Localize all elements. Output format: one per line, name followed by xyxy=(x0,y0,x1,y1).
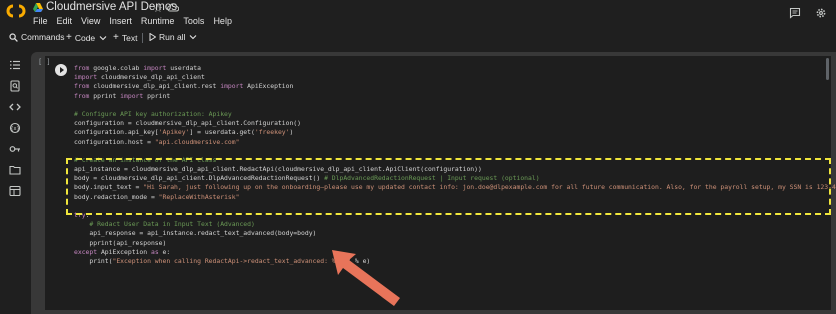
code-token: "Exception when calling RedactApi->redac… xyxy=(112,256,352,265)
code-token: import xyxy=(120,91,144,100)
menu-edit[interactable]: Edit xyxy=(57,16,73,26)
code-token: ApiException xyxy=(97,247,151,256)
text-label: Text xyxy=(121,32,138,43)
code-line: configuration.host = "api.cloudmersive.c… xyxy=(74,138,836,147)
code-line: from pprint import pprint xyxy=(74,92,836,101)
code-token: configuration.host = xyxy=(74,137,155,146)
chevron-down-icon[interactable] xyxy=(99,35,107,41)
highlight-annotation-box xyxy=(66,158,831,215)
run-cell-button[interactable] xyxy=(55,64,67,76)
code-token: except xyxy=(74,247,98,256)
code-token: as xyxy=(150,247,159,256)
code-line: from cloudmersive_dlp_api_client.rest im… xyxy=(74,82,836,91)
code-token: pprint xyxy=(89,91,121,100)
table-of-contents-icon[interactable] xyxy=(9,59,21,71)
terminal-table-icon[interactable] xyxy=(9,185,21,197)
code-token: ) xyxy=(289,128,294,137)
search-icon xyxy=(9,32,18,42)
code-token: configuration.api_key[ xyxy=(74,128,159,137)
code-line: except ApiException as e: xyxy=(74,248,836,257)
commands-label: Commands xyxy=(21,32,65,42)
code-token: pprint(api_response) xyxy=(74,238,167,247)
code-token: ApiException xyxy=(243,82,294,91)
code-token: print( xyxy=(74,256,113,265)
variables-icon[interactable]: {x} xyxy=(9,122,21,134)
code-token: "api.cloudmersive.com" xyxy=(154,137,240,146)
plus-icon: + xyxy=(113,32,119,43)
code-label: Code xyxy=(74,32,96,43)
code-line: api_response = api_instance.redact_text_… xyxy=(74,229,836,238)
cell-execution-count: [ ] xyxy=(38,58,51,66)
toolbar: Commands + Code + Text Run all xyxy=(0,30,836,46)
code-token: import xyxy=(143,64,167,72)
find-replace-icon[interactable] xyxy=(9,80,21,92)
code-token: pprint xyxy=(143,91,171,100)
code-token: userdata xyxy=(166,64,201,72)
code-line: configuration.api_key['Apikey'] = userda… xyxy=(74,128,836,137)
app-header: Cloudmersive API Demos ☆ File Edit View … xyxy=(0,0,836,30)
cloud-sync-icon[interactable] xyxy=(167,2,179,12)
comment-icon[interactable] xyxy=(789,7,801,19)
left-sidebar: {x} xyxy=(0,52,30,314)
commands-button[interactable]: Commands xyxy=(9,32,64,42)
code-token: ] = userdata.get( xyxy=(189,128,255,137)
chevron-down-icon[interactable] xyxy=(189,34,197,40)
annotation-arrow-icon xyxy=(332,250,400,306)
menu-bar: File Edit View Insert Runtime Tools Help xyxy=(33,16,241,26)
code-token: from xyxy=(74,82,90,91)
menu-runtime[interactable]: Runtime xyxy=(141,16,175,26)
code-snippets-icon[interactable] xyxy=(9,101,21,113)
drive-icon xyxy=(33,3,43,12)
code-token: cloudmersive_dlp_api_client xyxy=(97,73,205,82)
code-token: api_response = api_instance.redact_text_… xyxy=(74,229,317,238)
colab-logo-icon[interactable] xyxy=(5,3,27,19)
code-token: # Redact User Data in Input Text (Advanc… xyxy=(89,220,255,229)
settings-gear-icon[interactable] xyxy=(815,7,827,19)
secrets-key-icon[interactable] xyxy=(9,143,21,155)
code-token: cloudmersive_dlp_api_client.rest xyxy=(89,82,221,91)
menu-tools[interactable]: Tools xyxy=(183,16,204,26)
plus-icon: + xyxy=(66,32,72,43)
code-token: 'Apikey' xyxy=(158,128,190,137)
menu-view[interactable]: View xyxy=(81,16,100,26)
code-line: # Redact User Data in Input Text (Advanc… xyxy=(74,220,836,229)
run-all-label: Run all xyxy=(159,32,186,42)
code-token: import xyxy=(74,73,98,82)
svg-text:{x}: {x} xyxy=(10,126,19,132)
code-line: print("Exception when calling RedactApi-… xyxy=(74,257,836,266)
code-line: # Configure API key authorization: Apike… xyxy=(74,110,836,119)
star-icon[interactable]: ☆ xyxy=(153,2,163,15)
code-token: # Configure API key authorization: Apike… xyxy=(74,109,232,118)
code-line: configuration = cloudmersive_dlp_api_cli… xyxy=(74,119,836,128)
play-icon xyxy=(149,33,156,41)
code-token: e: xyxy=(158,247,171,256)
code-line: from google.colab import userdata xyxy=(74,64,836,73)
add-code-button[interactable]: + Code xyxy=(66,32,110,43)
code-token: google.colab xyxy=(89,64,144,72)
menu-insert[interactable]: Insert xyxy=(109,16,132,26)
code-token: from xyxy=(74,64,90,72)
code-line: import cloudmersive_dlp_api_client xyxy=(74,73,836,82)
code-token: 'freekey' xyxy=(254,128,290,137)
toolbar-divider xyxy=(142,33,143,43)
add-text-button[interactable]: + Text xyxy=(113,32,137,43)
code-token: configuration = cloudmersive_dlp_api_cli… xyxy=(74,119,302,128)
files-folder-icon[interactable] xyxy=(9,164,21,176)
code-line: pprint(api_response) xyxy=(74,239,836,248)
menu-help[interactable]: Help xyxy=(213,16,232,26)
code-token: from xyxy=(74,91,90,100)
menu-file[interactable]: File xyxy=(33,16,48,26)
code-token: import xyxy=(220,82,244,91)
run-all-button[interactable]: Run all xyxy=(149,32,200,42)
